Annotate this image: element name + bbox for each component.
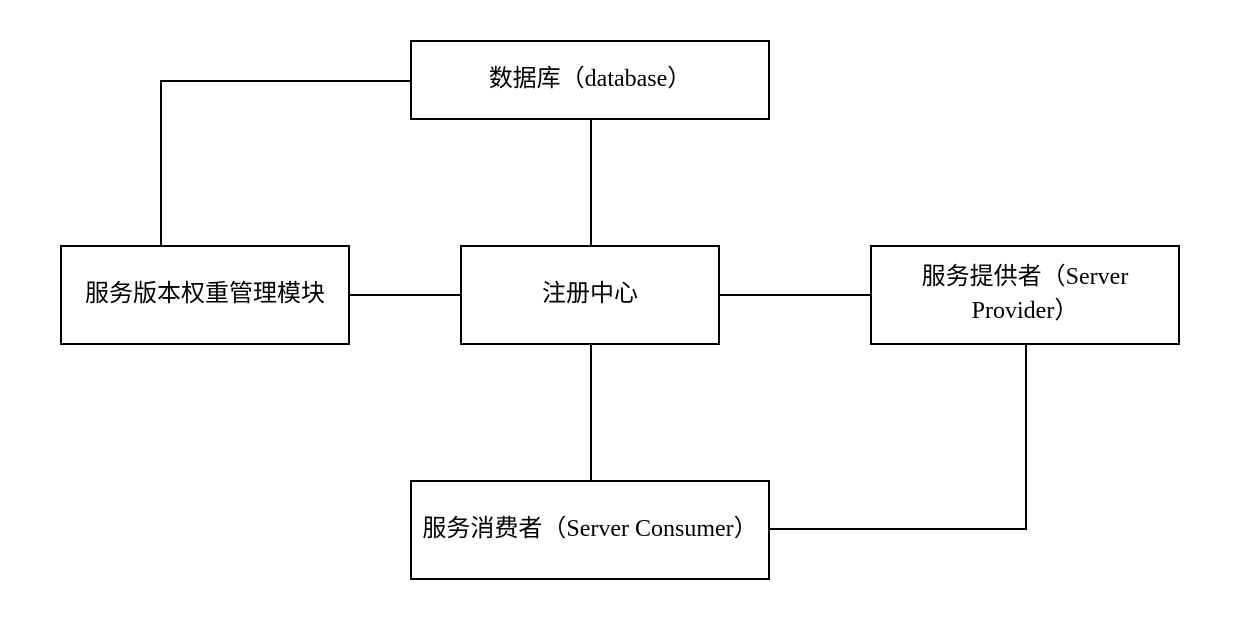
provider-label: 服务提供者（Server Provider）	[880, 261, 1170, 328]
connector-line	[160, 80, 162, 245]
connector-line	[720, 294, 870, 296]
weight-manager-box: 服务版本权重管理模块	[60, 245, 350, 345]
database-box: 数据库（database）	[410, 40, 770, 120]
connector-line	[590, 345, 592, 480]
connector-line	[770, 528, 1027, 530]
weight-manager-label: 服务版本权重管理模块	[85, 278, 325, 312]
consumer-label: 服务消费者（Server Consumer）	[422, 513, 757, 547]
connector-line	[590, 120, 592, 245]
connector-line	[1025, 345, 1027, 530]
registry-box: 注册中心	[460, 245, 720, 345]
provider-box: 服务提供者（Server Provider）	[870, 245, 1180, 345]
connector-line	[160, 80, 410, 82]
database-label: 数据库（database）	[489, 63, 692, 97]
connector-line	[350, 294, 460, 296]
registry-label: 注册中心	[542, 278, 638, 312]
consumer-box: 服务消费者（Server Consumer）	[410, 480, 770, 580]
